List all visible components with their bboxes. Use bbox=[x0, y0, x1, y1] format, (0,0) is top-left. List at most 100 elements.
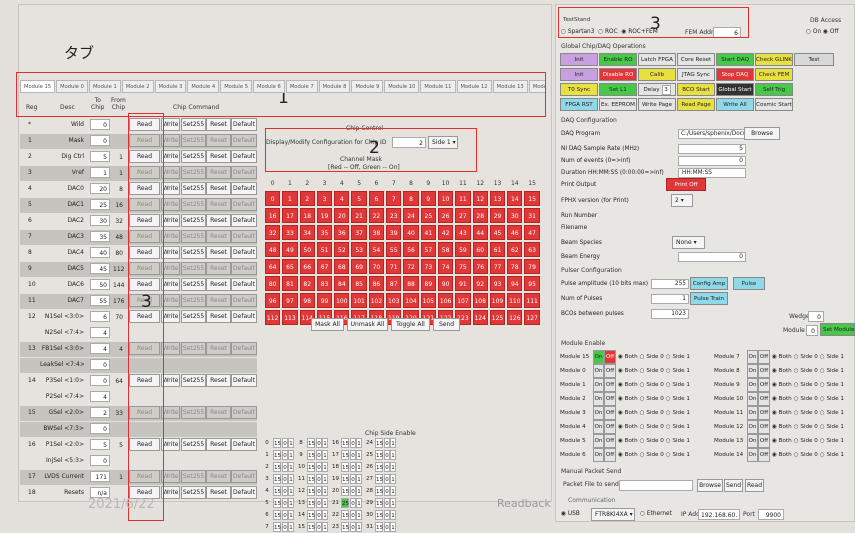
chip-side-cell[interactable]: 1 bbox=[356, 450, 362, 460]
global-op-button[interactable]: Check GLINK bbox=[755, 53, 793, 66]
channel-mask-cell[interactable]: 72 bbox=[403, 259, 419, 274]
tab-module[interactable]: Module 15 bbox=[20, 80, 56, 93]
cmd-default-button[interactable]: Default bbox=[231, 150, 257, 163]
chip-side-cell[interactable]: 1 bbox=[356, 498, 362, 508]
channel-mask-cell[interactable]: 74 bbox=[437, 259, 454, 274]
module-off-button[interactable]: Off bbox=[604, 364, 616, 378]
packet-browse-button[interactable]: Browse bbox=[697, 479, 723, 492]
radio-ethernet[interactable]: ○ Ethernet bbox=[640, 511, 672, 517]
radio-both[interactable]: ◉ Both bbox=[772, 424, 792, 430]
to-chip-input[interactable]: 0 bbox=[90, 423, 110, 434]
chip-side-cell[interactable]: 15 bbox=[375, 462, 383, 472]
channel-mask-cell[interactable]: 76 bbox=[472, 259, 488, 274]
radio-both[interactable]: ◉ Both bbox=[618, 354, 638, 360]
tab-module[interactable]: Module 0 bbox=[56, 80, 88, 93]
config-amp-button[interactable]: Config Amp bbox=[690, 277, 728, 290]
tab-module[interactable]: Module 9 bbox=[351, 80, 384, 93]
channel-mask-cell[interactable]: 35 bbox=[316, 225, 333, 240]
cmd-reset-button[interactable]: Reset bbox=[206, 294, 231, 307]
channel-mask-cell[interactable]: 44 bbox=[472, 225, 488, 240]
cmd-set255-button[interactable]: Set255 bbox=[181, 166, 206, 179]
module-off-button[interactable]: Off bbox=[758, 392, 770, 406]
channel-mask-cell[interactable]: 70 bbox=[368, 259, 385, 274]
radio-side1[interactable]: ○ Side 1 bbox=[666, 382, 690, 388]
channel-mask-cell[interactable]: 9 bbox=[420, 191, 436, 206]
cmd-default-button[interactable]: Default bbox=[231, 198, 257, 211]
chip-side-cell[interactable]: 15 bbox=[375, 510, 383, 520]
global-op-button[interactable]: Test bbox=[794, 53, 834, 66]
mask-send-button[interactable]: Send bbox=[433, 318, 460, 331]
module-on-button[interactable]: On bbox=[747, 406, 758, 420]
chip-side-cell[interactable]: 1 bbox=[356, 486, 362, 496]
num-events-input[interactable]: 0 bbox=[678, 156, 746, 166]
cmd-reset-button[interactable]: Reset bbox=[206, 374, 231, 387]
channel-mask-cell[interactable]: 23 bbox=[386, 208, 402, 223]
chip-side-cell[interactable]: 1 bbox=[322, 450, 328, 460]
channel-mask-cell[interactable]: 61 bbox=[489, 242, 506, 257]
channel-mask-cell[interactable]: 19 bbox=[316, 208, 333, 223]
channel-mask-cell[interactable]: 20 bbox=[334, 208, 350, 223]
channel-mask-cell[interactable]: 100 bbox=[334, 293, 350, 308]
cmd-set255-button[interactable]: Set255 bbox=[181, 262, 206, 275]
module-off-button[interactable]: Off bbox=[758, 378, 770, 392]
sample-rate-input[interactable]: 5 bbox=[678, 144, 746, 154]
chip-side-cell[interactable]: 15 bbox=[375, 498, 383, 508]
cmd-reset-button[interactable]: Reset bbox=[206, 166, 231, 179]
packet-read-button[interactable]: Read bbox=[745, 479, 764, 492]
module-on-button[interactable]: On bbox=[593, 392, 604, 406]
chip-side-cell[interactable]: 1 bbox=[322, 510, 328, 520]
cmd-set255-button[interactable]: Set255 bbox=[181, 118, 206, 131]
global-op-button[interactable]: BCO Start bbox=[677, 83, 715, 96]
module-off-button[interactable]: Off bbox=[604, 448, 616, 462]
channel-mask-cell[interactable]: 0 bbox=[265, 191, 281, 206]
module-on-button[interactable]: On bbox=[593, 448, 604, 462]
module-input[interactable]: 0 bbox=[806, 325, 818, 336]
channel-mask-cell[interactable]: 30 bbox=[507, 208, 523, 223]
channel-mask-cell[interactable]: 49 bbox=[282, 242, 298, 257]
chip-side-cell[interactable]: 15 bbox=[341, 486, 349, 496]
to-chip-input[interactable]: 50 bbox=[90, 279, 110, 290]
chip-side-cell[interactable]: 1 bbox=[390, 510, 396, 520]
to-chip-input[interactable]: 0 bbox=[90, 375, 110, 386]
channel-mask-cell[interactable]: 36 bbox=[334, 225, 350, 240]
channel-mask-cell[interactable]: 103 bbox=[386, 293, 402, 308]
channel-mask-cell[interactable]: 39 bbox=[386, 225, 402, 240]
channel-mask-cell[interactable]: 127 bbox=[524, 310, 540, 325]
channel-mask-cell[interactable]: 105 bbox=[420, 293, 436, 308]
to-chip-input[interactable]: 0 bbox=[90, 359, 110, 370]
channel-mask-cell[interactable]: 89 bbox=[420, 276, 436, 291]
channel-mask-cell[interactable]: 101 bbox=[351, 293, 367, 308]
channel-mask-cell[interactable]: 37 bbox=[351, 225, 367, 240]
channel-mask-cell[interactable]: 41 bbox=[420, 225, 436, 240]
chip-side-cell[interactable]: 15 bbox=[273, 510, 281, 520]
channel-mask-cell[interactable]: 24 bbox=[403, 208, 419, 223]
cmd-set255-button[interactable]: Set255 bbox=[181, 486, 206, 499]
global-op-button[interactable]: Write All bbox=[716, 98, 754, 111]
to-chip-input[interactable]: 45 bbox=[90, 263, 110, 274]
num-pulses-input[interactable]: 1 bbox=[651, 294, 689, 304]
chip-side-cell[interactable]: 1 bbox=[288, 510, 294, 520]
chip-side-cell[interactable]: 1 bbox=[390, 486, 396, 496]
print-off-button[interactable]: Print Off bbox=[666, 178, 706, 191]
channel-mask-cell[interactable]: 6 bbox=[368, 191, 385, 206]
chip-side-cell[interactable]: 1 bbox=[390, 498, 396, 508]
chip-side-cell[interactable]: 1 bbox=[322, 438, 328, 448]
channel-mask-cell[interactable]: 31 bbox=[524, 208, 540, 223]
chip-side-cell[interactable]: 15 bbox=[307, 438, 315, 448]
chip-side-cell[interactable]: 15 bbox=[375, 438, 383, 448]
cmd-set255-button[interactable]: Set255 bbox=[181, 214, 206, 227]
radio-both[interactable]: ◉ Both bbox=[618, 452, 638, 458]
radio-both[interactable]: ◉ Both bbox=[772, 410, 792, 416]
to-chip-input[interactable]: 0 bbox=[90, 135, 110, 146]
port-input[interactable]: 9900 bbox=[758, 509, 784, 520]
radio-side0[interactable]: ○ Side 0 bbox=[640, 368, 664, 374]
channel-mask-cell[interactable]: 17 bbox=[282, 208, 298, 223]
radio-side1[interactable]: ○ Side 1 bbox=[820, 368, 844, 374]
to-chip-input[interactable]: 30 bbox=[90, 215, 110, 226]
cmd-default-button[interactable]: Default bbox=[231, 262, 257, 275]
radio-side1[interactable]: ○ Side 1 bbox=[666, 396, 690, 402]
cmd-set255-button[interactable]: Set255 bbox=[181, 294, 206, 307]
to-chip-input[interactable]: 40 bbox=[90, 247, 110, 258]
global-op-button[interactable]: Set L1 bbox=[599, 83, 637, 96]
beam-energy-input[interactable]: 0 bbox=[678, 252, 746, 262]
